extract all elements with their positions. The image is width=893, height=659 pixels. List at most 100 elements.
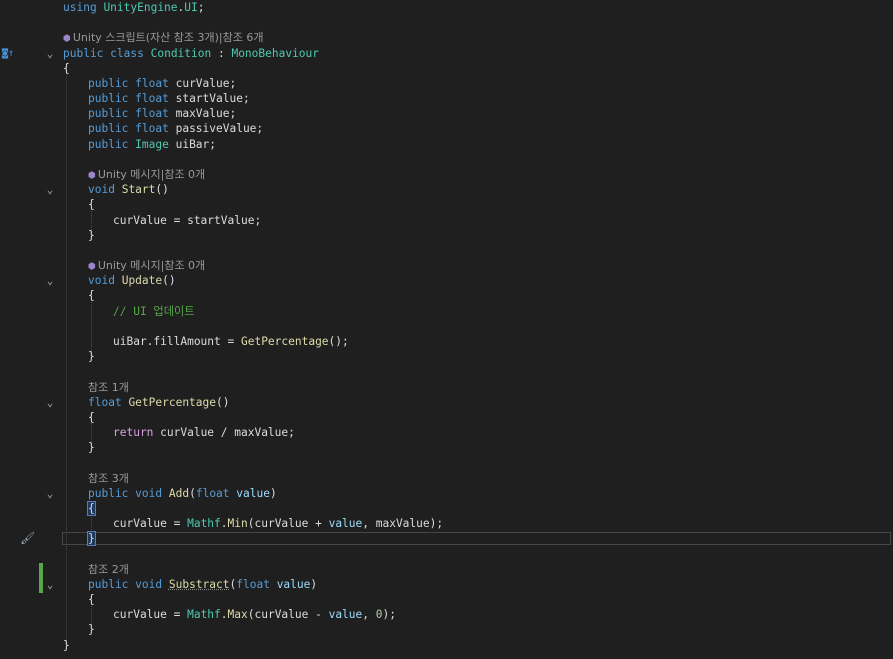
code-token: GetPercentage [128,395,216,409]
code-line[interactable]: public float maxValue; [0,106,893,121]
code-line[interactable]: public float startValue; [0,91,893,106]
codelens-text[interactable]: 참조 2개 [88,562,129,577]
code-token: float [135,76,169,90]
code-line[interactable]: curValue = startValue; [0,213,893,228]
code-line[interactable]: } [0,440,893,455]
code-line[interactable] [0,546,893,561]
code-line[interactable]: 🖌} [0,531,893,547]
code-token: (curValue - [247,608,329,622]
code-text: curValue = Mathf.Max(curValue - value, 0… [113,607,396,622]
codelens-line[interactable]: 참조 3개 [0,471,893,486]
code-line[interactable]: public Image uiBar; [0,137,893,152]
code-token: , maxValue); [362,517,444,531]
codelens-line[interactable]: 참조 2개 [0,562,893,577]
code-line[interactable]: // UI 업데이트 [0,304,893,319]
code-token: ) [310,577,318,591]
code-line[interactable]: ⌄ public void Add(float value) [0,486,893,501]
chevron-down-icon[interactable]: ⌄ [44,46,56,61]
codelens-line[interactable]: ⬢ Unity 스크립트(자산 참조 3개)|참조 6개 [0,30,893,45]
code-line[interactable]: public float passiveValue; [0,121,893,136]
code-text: return curValue / maxValue; [113,425,295,440]
code-token: // UI 업데이트 [113,304,195,318]
code-text: } [87,531,96,547]
code-token: { [63,61,70,75]
code-editor[interactable]: using UnityEngine.UI; ⬢ Unity 스크립트(자산 참조 3… [0,0,893,659]
code-line[interactable]: { [0,592,893,607]
code-line[interactable] [0,319,893,334]
codelens-line[interactable]: 참조 1개 [0,380,893,395]
code-line[interactable]: curValue = Mathf.Max(curValue - value, 0… [0,607,893,622]
code-text: public float startValue; [88,91,250,106]
code-text: curValue = Mathf.Min(curValue + value, m… [113,516,443,531]
code-token: () [216,395,230,409]
chevron-down-icon[interactable]: ⌄ [44,577,56,592]
code-text: void Update() [88,273,176,288]
codelens-text[interactable]: 참조 1개 [88,380,129,395]
code-line[interactable]: } [0,228,893,243]
code-text: public float curValue; [88,76,236,91]
code-line[interactable]: } [0,622,893,637]
code-token: . [220,608,228,622]
chevron-down-icon[interactable]: ⌄ [44,273,56,288]
code-token: curValue = startValue; [113,213,262,227]
code-token: { [88,198,95,212]
code-token: maxValue; [168,107,237,121]
code-line[interactable]: } [0,638,893,653]
code-token: void [135,486,163,500]
code-line[interactable]: ⌄ void Update() [0,273,893,288]
code-line[interactable]: public float curValue; [0,76,893,91]
code-token: passiveValue; [168,122,264,136]
code-token: Min [227,517,248,531]
code-text: public Image uiBar; [88,137,216,152]
code-token: 참조 3개 [88,471,129,485]
code-token: uiBar.fillAmount = [113,334,241,348]
code-line[interactable]: ⌄ float GetPercentage() [0,395,893,410]
code-line[interactable]: using UnityEngine.UI; [0,0,893,15]
code-line[interactable]: ◙↑ ⌄ public class Condition : MonoBehaviou… [0,46,893,61]
code-token: float [88,395,122,409]
paintbrush-icon[interactable]: 🖌 [20,531,42,546]
code-token: Image [135,137,169,151]
code-line[interactable]: ⌄ public void Substract(float value) [0,577,893,592]
code-token: public [88,486,129,500]
code-line[interactable]: { [0,500,893,516]
code-token: Unity 메시지|참조 0개 [97,259,206,273]
code-token: MonoBehaviour [231,46,320,60]
code-line[interactable]: curValue = Mathf.Min(curValue + value, m… [0,516,893,531]
code-line[interactable]: } [0,349,893,364]
code-line[interactable] [0,152,893,167]
chevron-down-icon[interactable]: ⌄ [44,182,56,197]
code-token: Unity 스크립트(자산 참조 3개)|참조 6개 [72,31,264,45]
code-token: (); [328,334,349,348]
code-token: () [162,274,176,288]
code-token: GetPercentage [240,334,329,348]
code-token: ) [269,486,277,500]
codelens-text[interactable]: 참조 3개 [88,471,129,486]
code-line[interactable]: uiBar.fillAmount = GetPercentage(); [0,334,893,349]
unity-cube-icon: ⬢ [88,170,96,181]
code-line[interactable] [0,455,893,470]
chevron-down-icon[interactable]: ⌄ [44,395,56,410]
code-line[interactable] [0,243,893,258]
codelens-line[interactable]: ⬢ Unity 메시지|참조 0개 [0,258,893,273]
code-text: // UI 업데이트 [113,304,195,319]
code-line[interactable]: ⌄ void Start() [0,182,893,197]
codelens-line[interactable]: ⬢ Unity 메시지|참조 0개 [0,167,893,182]
code-token: } [88,350,95,364]
code-line[interactable] [0,15,893,30]
code-line[interactable]: { [0,410,893,425]
code-token: void [135,577,163,591]
chevron-down-icon[interactable]: ⌄ [44,486,56,501]
code-text: using UnityEngine.UI; [63,0,205,15]
code-line[interactable] [0,364,893,379]
code-line[interactable]: return curValue / maxValue; [0,425,893,440]
interface-inheritance-icon[interactable]: ◙↑ [2,46,24,61]
code-line[interactable]: { [0,288,893,303]
code-text: } [88,349,95,364]
code-text: { [87,500,96,516]
code-line[interactable]: { [0,197,893,212]
code-token: Condition [150,46,212,60]
code-token: Update [121,274,163,288]
code-token: Unity 메시지|참조 0개 [97,167,206,181]
code-line[interactable]: { [0,61,893,76]
